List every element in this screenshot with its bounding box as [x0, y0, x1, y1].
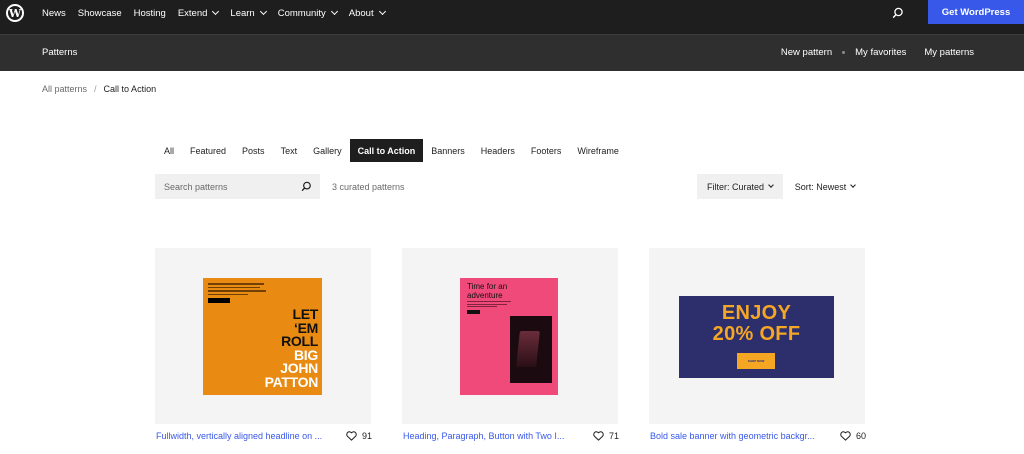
- pattern-meta: Fullwidth, vertically aligned headline o…: [156, 431, 372, 445]
- favorite-button[interactable]: 91: [346, 431, 372, 441]
- heart-icon: [840, 431, 851, 441]
- chevron-down-icon: [850, 182, 857, 188]
- category-tabs: All Featured Posts Text Gallery Call to …: [156, 139, 627, 162]
- tab-gallery[interactable]: Gallery: [305, 139, 350, 162]
- pattern-meta: Heading, Paragraph, Button with Two I...…: [403, 431, 619, 445]
- my-patterns-link[interactable]: My patterns: [924, 47, 974, 58]
- get-wordpress-button[interactable]: Get WordPress: [928, 0, 1024, 24]
- sort-dropdown[interactable]: Sort: Newest: [790, 174, 860, 199]
- filter-dropdown[interactable]: Filter: Curated: [697, 174, 783, 199]
- favorite-count: 71: [608, 431, 619, 441]
- tab-banners[interactable]: Banners: [423, 139, 473, 162]
- pattern-thumbnail[interactable]: LET ‘EM ROLL BIG JOHN PATTON: [155, 248, 371, 424]
- tab-call-to-action[interactable]: Call to Action: [349, 139, 424, 162]
- pattern-thumbnail[interactable]: Time for an adventure: [402, 248, 618, 424]
- results-count: 3 curated patterns: [332, 182, 405, 192]
- tab-featured[interactable]: Featured: [182, 139, 234, 162]
- nav-showcase[interactable]: Showcase: [78, 8, 122, 19]
- pattern-meta: Bold sale banner with geometric backgr..…: [650, 431, 866, 445]
- patterns-subbar: Patterns New pattern My favorites My pat…: [0, 34, 1024, 71]
- tab-posts[interactable]: Posts: [234, 139, 273, 162]
- pattern-title-link[interactable]: Heading, Paragraph, Button with Two I...: [403, 431, 564, 441]
- tab-headers[interactable]: Headers: [473, 139, 523, 162]
- sort-label: Sort: Newest: [794, 181, 847, 192]
- pattern-title-link[interactable]: Bold sale banner with geometric backgr..…: [650, 431, 815, 441]
- breadcrumb-current: Call to Action: [103, 84, 157, 94]
- new-pattern-link[interactable]: New pattern: [781, 47, 832, 58]
- filter-label: Filter: Curated: [706, 181, 765, 192]
- nav-learn[interactable]: Learn: [230, 7, 267, 19]
- breadcrumb-separator: /: [94, 84, 97, 94]
- pattern-preview-navy: ENJOY 20% OFF SHOP NOW: [679, 296, 834, 378]
- search-input[interactable]: [155, 174, 295, 199]
- favorite-button[interactable]: 60: [840, 431, 866, 441]
- pattern-title-link[interactable]: Fullwidth, vertically aligned headline o…: [156, 431, 322, 441]
- chevron-down-icon: [768, 182, 774, 188]
- tab-text[interactable]: Text: [273, 139, 306, 162]
- pattern-card: LET ‘EM ROLL BIG JOHN PATTON Fullwidth, …: [155, 248, 372, 441]
- pattern-preview-orange: LET ‘EM ROLL BIG JOHN PATTON: [203, 278, 322, 395]
- preview-heading: Time for an adventure: [467, 282, 508, 300]
- heart-icon: [346, 431, 357, 441]
- global-header: W News Showcase Hosting Extend Learn Com…: [0, 0, 1024, 34]
- pattern-card: Time for an adventure Heading, Paragraph…: [402, 248, 619, 441]
- global-nav: News Showcase Hosting Extend Learn Commu…: [42, 0, 397, 26]
- pattern-thumbnail[interactable]: ENJOY 20% OFF SHOP NOW: [649, 248, 865, 424]
- patterns-subnav: New pattern My favorites My patterns: [781, 47, 974, 58]
- tab-wireframe[interactable]: Wireframe: [569, 139, 627, 162]
- nav-extend[interactable]: Extend: [178, 7, 220, 19]
- nav-about[interactable]: About: [349, 7, 386, 19]
- preview-paragraph-lines: [208, 283, 268, 295]
- chevron-down-icon: [259, 7, 267, 16]
- chevron-down-icon: [330, 7, 338, 16]
- preview-headline: LET ‘EM ROLL BIG JOHN PATTON: [264, 306, 319, 390]
- chevron-down-icon: [212, 7, 220, 16]
- preview-button: SHOP NOW: [737, 353, 775, 369]
- patterns-home-link[interactable]: Patterns: [42, 47, 77, 58]
- nav-hosting[interactable]: Hosting: [134, 8, 166, 19]
- favorite-button[interactable]: 71: [593, 431, 619, 441]
- preview-button: [208, 298, 230, 303]
- wordpress-logo-icon[interactable]: W: [6, 4, 24, 22]
- pattern-preview-pink: Time for an adventure: [460, 278, 558, 395]
- nav-news[interactable]: News: [42, 8, 66, 19]
- favorite-count: 91: [361, 431, 372, 441]
- search-box: [155, 174, 320, 199]
- preview-paragraph-lines: [467, 301, 513, 309]
- separator-dot: [842, 51, 846, 54]
- preview-headline-line2: 20% OFF: [712, 323, 801, 345]
- pattern-card: ENJOY 20% OFF SHOP NOW Bold sale banner …: [649, 248, 866, 441]
- nav-community[interactable]: Community: [278, 7, 338, 19]
- preview-button: [467, 310, 480, 314]
- search-icon[interactable]: [301, 181, 312, 192]
- breadcrumb: All patterns / Call to Action: [42, 84, 156, 94]
- heart-icon: [593, 431, 604, 441]
- my-favorites-link[interactable]: My favorites: [855, 47, 906, 58]
- tab-all[interactable]: All: [156, 139, 182, 162]
- breadcrumb-all-patterns[interactable]: All patterns: [42, 84, 87, 94]
- preview-image: [510, 316, 552, 383]
- tab-footers[interactable]: Footers: [523, 139, 570, 162]
- search-icon[interactable]: [892, 7, 904, 19]
- favorite-count: 60: [855, 431, 866, 441]
- chevron-down-icon: [378, 7, 386, 16]
- preview-headline-line1: ENJOY: [721, 302, 792, 324]
